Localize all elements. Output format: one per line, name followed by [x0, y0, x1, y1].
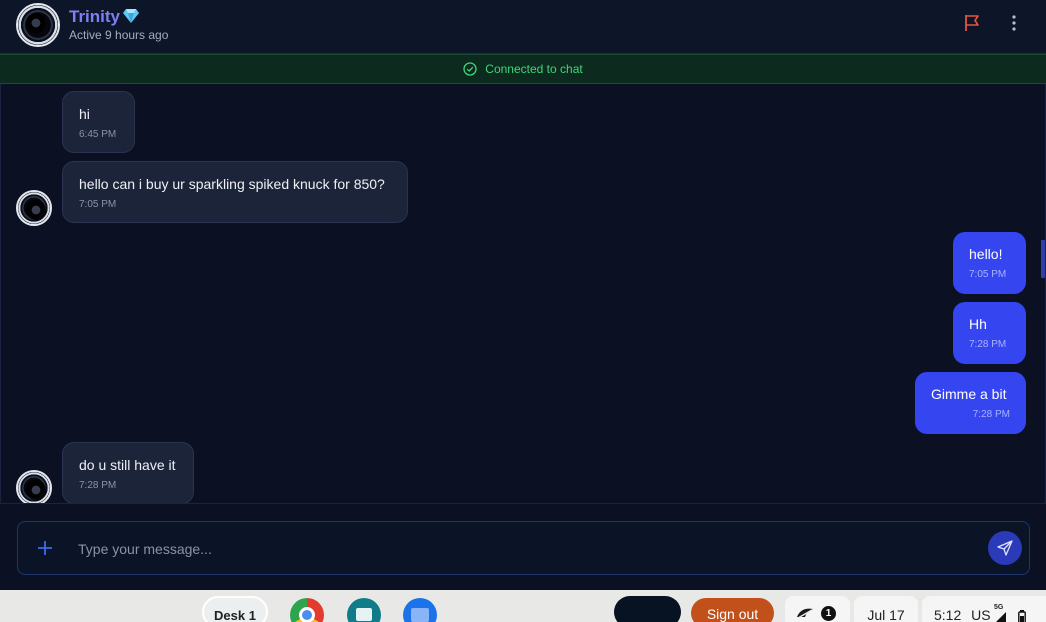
- network-type: 5G: [994, 604, 1004, 611]
- os-taskbar: Desk 1 Sign out 1 Jul 17 5:12 US 5G: [0, 590, 1046, 622]
- message-time: 7:05 PM: [79, 199, 117, 210]
- more-vertical-icon[interactable]: [1004, 13, 1024, 33]
- send-button[interactable]: [988, 531, 1022, 565]
- status-area[interactable]: 5:12 US 5G: [922, 596, 1046, 622]
- news-icon[interactable]: [347, 598, 381, 622]
- message-composer: [0, 503, 1046, 590]
- battery-icon: [1018, 610, 1026, 622]
- message-bubble-outgoing: hello! 7:05 PM: [953, 232, 1026, 294]
- diamond-icon: [123, 9, 139, 23]
- message-text: hello!: [969, 246, 1003, 262]
- connection-status-text: Connected to chat: [485, 62, 583, 76]
- message-bubble-incoming: hi 6:45 PM: [62, 91, 135, 153]
- send-icon: [997, 540, 1013, 556]
- message-bubble-outgoing: Hh 7:28 PM: [953, 302, 1026, 364]
- chat-header: Trinity Active 9 hours ago: [0, 0, 1046, 54]
- contact-avatar[interactable]: [16, 3, 60, 47]
- message-time: 7:28 PM: [972, 409, 1010, 420]
- desk-switcher[interactable]: Desk 1: [202, 596, 268, 622]
- contact-status: Active 9 hours ago: [69, 28, 169, 42]
- notification-count: 1: [821, 606, 836, 621]
- message-text: Hh: [969, 316, 987, 332]
- message-bubble-outgoing: Gimme a bit 7:28 PM: [915, 372, 1026, 434]
- phone-hub-icon: [797, 608, 813, 619]
- message-bubble-incoming: hello can i buy ur sparkling spiked knuc…: [62, 161, 408, 223]
- tray-window-preview[interactable]: [614, 596, 681, 622]
- message-time: 7:28 PM: [79, 480, 117, 491]
- message-time: 6:45 PM: [79, 129, 117, 140]
- contact-name[interactable]: Trinity: [69, 7, 120, 27]
- message-list[interactable]: hi 6:45 PM hello can i buy ur sparkling …: [0, 84, 1046, 503]
- connection-banner: Connected to chat: [0, 54, 1046, 84]
- message-text: hello can i buy ur sparkling spiked knuc…: [79, 176, 385, 192]
- clock-time: 5:12: [934, 607, 962, 622]
- input-locale: US: [971, 607, 991, 622]
- signal-icon: [996, 612, 1006, 622]
- scrollbar-thumb[interactable]: [1041, 240, 1045, 278]
- message-text: do u still have it: [79, 457, 176, 473]
- chrome-icon[interactable]: [290, 598, 324, 622]
- message-input-box[interactable]: [17, 521, 1030, 575]
- message-time: 7:28 PM: [969, 339, 1007, 350]
- message-bubble-incoming: do u still have it 7:28 PM: [62, 442, 194, 503]
- message-input[interactable]: [78, 538, 978, 560]
- sign-out-button[interactable]: Sign out: [691, 598, 774, 622]
- message-text: hi: [79, 106, 90, 122]
- message-time: 7:05 PM: [969, 269, 1007, 280]
- sender-avatar[interactable]: [16, 470, 52, 503]
- flag-icon[interactable]: [962, 13, 982, 33]
- chat-app: Trinity Active 9 hours ago Connected to …: [0, 0, 1046, 622]
- date-display[interactable]: Jul 17: [854, 596, 918, 622]
- message-text: Gimme a bit: [931, 386, 1007, 402]
- check-circle-icon: [463, 62, 477, 76]
- notification-tray[interactable]: 1: [785, 596, 850, 622]
- files-icon[interactable]: [403, 598, 437, 622]
- sender-avatar[interactable]: [16, 190, 52, 226]
- plus-icon[interactable]: [36, 539, 54, 557]
